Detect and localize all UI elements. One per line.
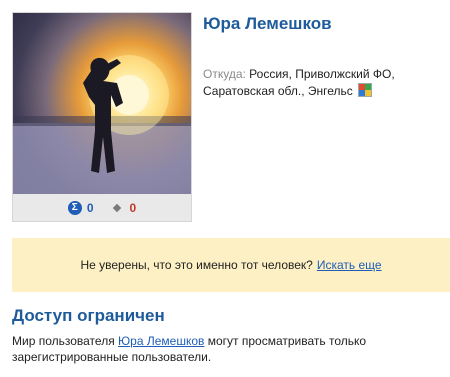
restricted-title: Доступ ограничен: [12, 306, 165, 325]
location-label: Откуда:: [203, 67, 246, 81]
region-flag-icon: [358, 83, 373, 97]
diamond-stat[interactable]: 0: [112, 200, 137, 215]
sigma-icon: Σ: [67, 200, 82, 215]
diamond-value: 0: [129, 200, 137, 215]
profile-photo[interactable]: [13, 13, 191, 194]
restricted-text: Мир пользователя Юра Лемешков могут прос…: [12, 333, 442, 365]
profile-photo-card: Σ 0 0: [12, 12, 192, 222]
restricted-text-before: Мир пользователя: [12, 334, 115, 348]
sigma-stat[interactable]: Σ 0: [67, 200, 94, 215]
notice-text: Не уверены, что это именно тот человек?: [80, 258, 313, 272]
search-more-link[interactable]: Искать еще: [317, 258, 382, 272]
identity-notice: Не уверены, что это именно тот человек? …: [12, 238, 450, 292]
sigma-value: 0: [86, 200, 94, 215]
profile-location: Откуда: Россия, Приволжский ФО, Саратовс…: [203, 66, 443, 100]
restricted-user-link[interactable]: Юра Лемешков: [118, 334, 204, 348]
profile-name[interactable]: Юра Лемешков: [203, 14, 332, 34]
diamond-icon: [112, 203, 121, 212]
profile-stats: Σ 0 0: [13, 194, 191, 221]
